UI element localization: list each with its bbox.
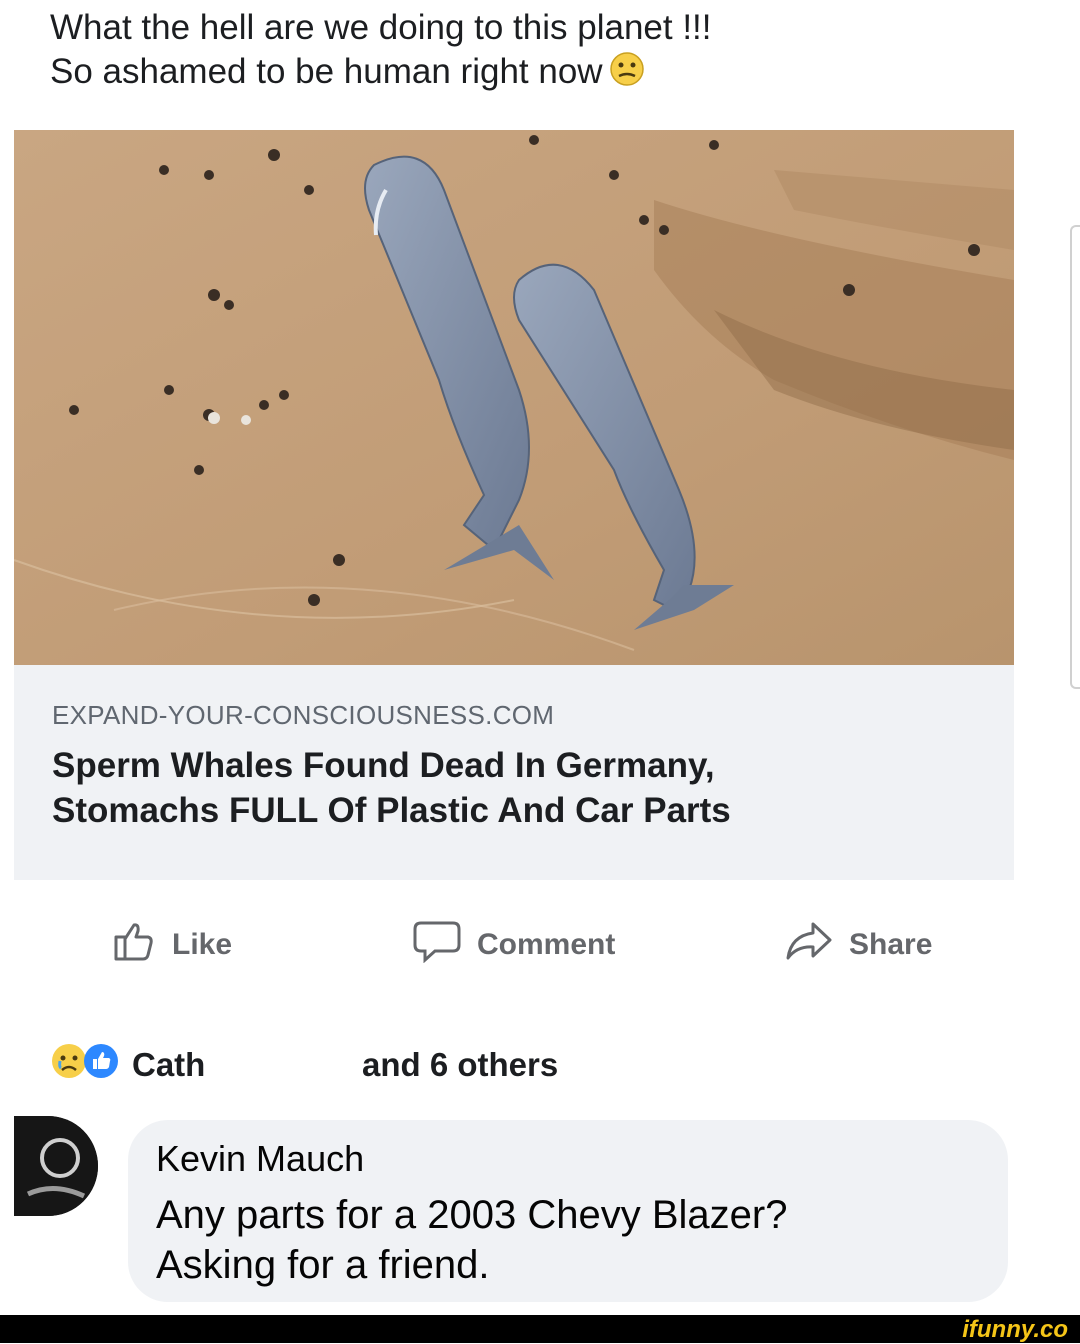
watermark: ifunny.co bbox=[962, 1316, 1068, 1343]
post-action-bar: Like Comment Share bbox=[0, 905, 1080, 985]
confused-face-icon bbox=[609, 51, 645, 98]
reactions-summary[interactable]: Cath and 6 others bbox=[50, 1035, 750, 1095]
link-headline[interactable]: Sperm Whales Found Dead In Germany, Stom… bbox=[52, 743, 952, 833]
comment-author[interactable]: Kevin Mauch bbox=[156, 1138, 364, 1180]
speech-bubble-icon bbox=[413, 919, 477, 971]
comment-text: Any parts for a 2003 Chevy Blazer? Askin… bbox=[156, 1190, 996, 1290]
reactions-others: and 6 others bbox=[362, 1046, 559, 1083]
post-text-line-1: What the hell are we doing to this plane… bbox=[50, 8, 712, 47]
comment-text-line-2: Asking for a friend. bbox=[156, 1243, 490, 1287]
headline-line-1: Sperm Whales Found Dead In Germany, bbox=[52, 746, 715, 785]
share-arrow-icon bbox=[785, 920, 849, 970]
like-button[interactable]: Like bbox=[112, 920, 232, 970]
headline-line-2: Stomachs FULL Of Plastic And Car Parts bbox=[52, 791, 731, 830]
whale-beach-photo bbox=[14, 130, 1014, 665]
comment: Kevin Mauch Any parts for a 2003 Chevy B… bbox=[0, 1110, 1080, 1310]
link-preview-card[interactable]: EXPAND-YOUR-CONSCIOUSNESS.COM Sperm Whal… bbox=[14, 130, 1014, 880]
share-label: Share bbox=[849, 928, 933, 961]
like-label: Like bbox=[172, 928, 233, 961]
avatar[interactable] bbox=[14, 1116, 98, 1216]
comment-text-line-1: Any parts for a 2003 Chevy Blazer? bbox=[156, 1193, 788, 1237]
like-icon bbox=[82, 1042, 120, 1088]
reactor-name: Cath bbox=[132, 1046, 206, 1083]
link-domain: EXPAND-YOUR-CONSCIOUSNESS.COM bbox=[52, 700, 555, 730]
thumbs-up-icon bbox=[112, 919, 172, 971]
comment-bubble: Kevin Mauch Any parts for a 2003 Chevy B… bbox=[128, 1120, 1008, 1302]
scrollbar[interactable] bbox=[1070, 225, 1080, 689]
share-button[interactable]: Share bbox=[785, 920, 932, 970]
comment-label: Comment bbox=[477, 928, 616, 961]
bottom-bar bbox=[0, 1315, 1080, 1343]
post-text: What the hell are we doing to this plane… bbox=[50, 6, 1010, 98]
post-text-line-2: So ashamed to be human right now bbox=[50, 52, 603, 91]
comment-button[interactable]: Comment bbox=[413, 920, 615, 970]
